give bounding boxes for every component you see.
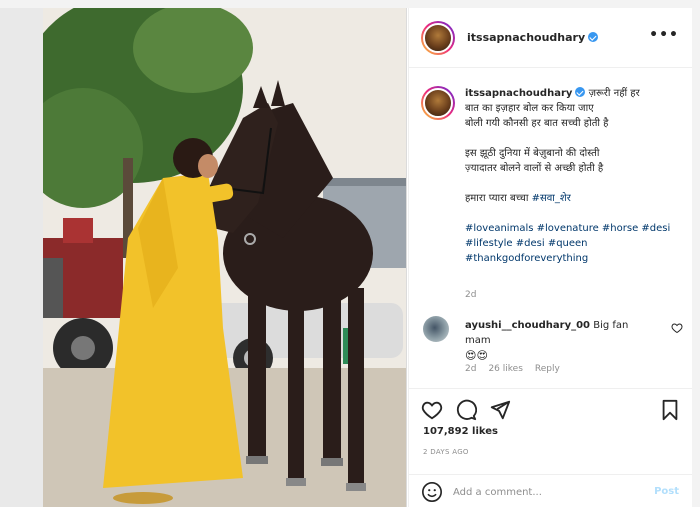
post-comment-button[interactable]: Post (654, 486, 679, 497)
likes-count[interactable]: 107,892 likes (423, 426, 498, 437)
caption-line-3: बोली गयी कौनसी हर बात सच्ची होती है (465, 118, 609, 129)
hashtag-line-1[interactable]: #loveanimals #lovenature #horse #desi (465, 223, 670, 234)
left-backdrop (0, 8, 43, 507)
more-options-icon[interactable]: ••• (649, 28, 679, 42)
add-comment-input[interactable] (453, 483, 633, 501)
share-icon[interactable] (489, 399, 511, 421)
heart-icon[interactable] (421, 399, 443, 421)
caption-line-6: हमारा प्यारा बच्चा (465, 193, 529, 204)
caption-line-4: इस झूठी दुनिया में बेज़ुबानो की दोस्ती (465, 148, 600, 159)
posted-ago[interactable]: 2 DAYS AGO (423, 448, 469, 456)
commenter-username[interactable]: ayushi__choudhary_00 (465, 320, 590, 331)
comment-emojis: 😍😍 (465, 349, 488, 362)
caption-username[interactable]: itssapnachoudhary (465, 88, 572, 99)
commenter-avatar[interactable] (423, 316, 449, 342)
caption-timestamp[interactable]: 2d (465, 290, 476, 300)
comment-likes[interactable]: 26 likes (488, 364, 522, 374)
comment-icon[interactable] (455, 399, 477, 421)
verified-badge-icon (575, 87, 586, 97)
post-photo[interactable] (43, 8, 407, 507)
caption-line-1: ज़रूरी नहीं हर (588, 88, 640, 99)
author-username[interactable]: itssapnachoudhary (467, 31, 599, 44)
verified-badge-icon (588, 32, 599, 42)
caption-line-5: ज़्यादातर बोलने वालों से अच्छी होती है (465, 163, 604, 174)
caption-text: itssapnachoudhary ज़रूरी नहीं हर बात का … (465, 86, 683, 266)
right-backdrop (692, 8, 700, 507)
post-header: itssapnachoudhary ••• (409, 8, 693, 68)
hashtag-line-3[interactable]: #thankgodforeverything (465, 253, 588, 264)
reply-button[interactable]: Reply (535, 364, 560, 374)
instagram-post-window: itssapnachoudhary ••• itssapnachoudhary … (0, 0, 700, 507)
author-avatar[interactable] (421, 20, 455, 55)
comment-like-heart-icon[interactable] (671, 322, 683, 334)
top-strip (0, 0, 700, 8)
comment-meta: 2d 26 likes Reply (465, 364, 560, 374)
caption-avatar[interactable] (421, 86, 455, 120)
photo-woman-with-horse (43, 8, 406, 507)
caption-line-2: बात का इज़हार बोल कर किया जाए (465, 103, 594, 114)
comment-text: ayushi__choudhary_00 Big fan mam 😍😍 (465, 318, 655, 364)
comment-time[interactable]: 2d (465, 364, 476, 374)
hashtag-line-2[interactable]: #lifestyle #desi #queen (465, 238, 588, 249)
hashtag-link[interactable]: #सवा_शेर (532, 193, 571, 204)
add-comment-bar: Post (409, 474, 693, 507)
post-details-panel: itssapnachoudhary ••• itssapnachoudhary … (408, 8, 693, 507)
bookmark-icon[interactable] (659, 399, 681, 421)
emoji-icon[interactable] (421, 481, 443, 503)
